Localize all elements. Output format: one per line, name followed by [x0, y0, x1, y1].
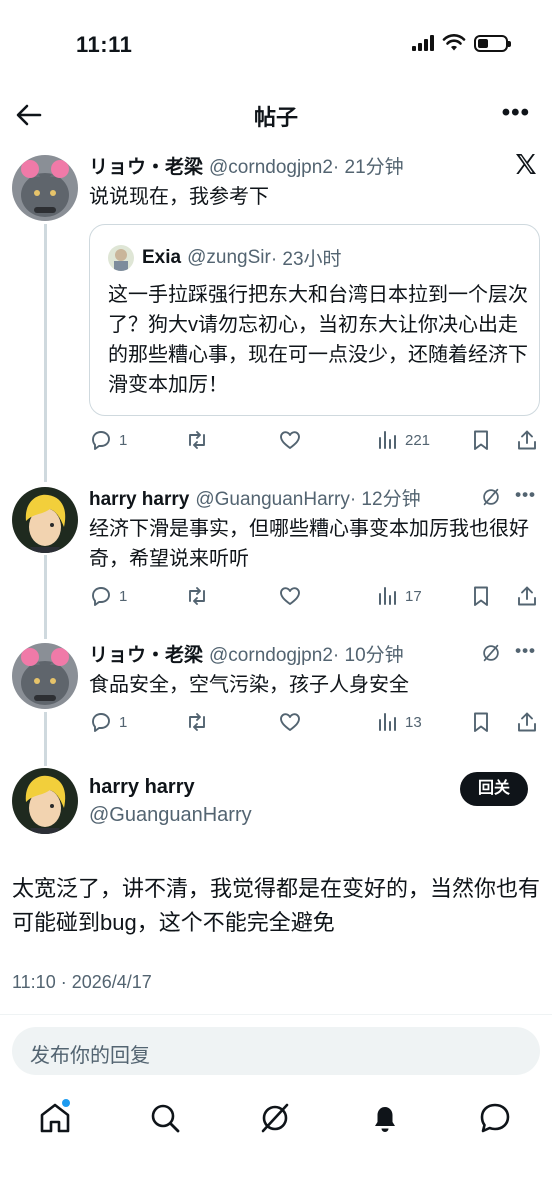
cellular-signal-icon	[412, 35, 434, 51]
avatar-corndogjpn2[interactable]	[12, 155, 78, 221]
thread-line	[44, 224, 47, 482]
views-button[interactable]: 13	[375, 710, 422, 734]
like-button[interactable]	[278, 428, 302, 452]
quoted-author-name: Exia	[142, 246, 182, 268]
bookmark-icon	[474, 586, 488, 606]
post-time: · 12分钟	[349, 489, 421, 510]
reply1-actions: 1 17	[89, 584, 541, 612]
messages-icon[interactable]	[477, 1100, 513, 1136]
thread-line	[44, 555, 47, 639]
focus-author-name[interactable]: harry harry	[89, 776, 195, 799]
reply1-text: 经济下滑是事实，但哪些糟心事变本加厉我也很好奇，希望说来听听	[89, 518, 529, 570]
share-button[interactable]	[515, 584, 539, 608]
grok-icon[interactable]	[480, 642, 502, 664]
avatar-guanguanharry[interactable]	[12, 487, 78, 553]
like-icon	[280, 713, 300, 731]
bookmark-icon	[474, 430, 488, 450]
like-icon	[280, 431, 300, 449]
bookmark-button[interactable]	[469, 584, 493, 608]
focus-post-text: 太宽泛了，讲不清，我觉得都是在变好的，当然你也有可能碰到bug，这个不能完全避免	[12, 876, 541, 935]
focus-author-handle[interactable]: @GuanguanHarry	[89, 804, 252, 827]
thread-line	[44, 712, 47, 766]
reply-count: 1	[119, 587, 128, 605]
more-icon[interactable]: •••	[515, 486, 536, 504]
follow-back-button[interactable]: 回关	[459, 772, 528, 806]
reply-composer-placeholder: 发布你的回复	[30, 1045, 150, 1067]
status-icons	[412, 34, 511, 52]
quoted-tweet-header: Exia @zungSir · 23小时	[108, 244, 342, 271]
author-name[interactable]: リョウ・老梁	[89, 640, 203, 667]
repost-icon	[189, 713, 205, 731]
reply2-text: 食品安全，空气污染，孩子人身安全	[89, 674, 409, 696]
bookmark-button[interactable]	[469, 710, 493, 734]
post-time: · 21分钟	[332, 157, 404, 178]
reply-icon	[92, 587, 110, 606]
share-icon	[518, 712, 536, 732]
views-count: 17	[405, 587, 422, 605]
grok-icon[interactable]	[257, 1100, 293, 1136]
author-name[interactable]: リョウ・老梁	[89, 152, 203, 179]
like-button[interactable]	[278, 584, 302, 608]
x-logo-icon	[516, 154, 536, 174]
reply-button[interactable]: 1	[89, 710, 127, 734]
quoted-author-handle: @zungSir	[187, 246, 271, 268]
repost-icon	[189, 431, 205, 449]
bookmark-icon	[474, 712, 488, 732]
share-icon	[518, 430, 536, 450]
reply2-header: リョウ・老梁 @corndogjpn2 · 10分钟	[89, 640, 404, 667]
views-count: 13	[405, 713, 422, 731]
views-icon	[379, 431, 396, 449]
bell-icon[interactable]	[367, 1100, 403, 1136]
post-time: · 10分钟	[332, 645, 404, 666]
reply-count: 1	[119, 713, 128, 731]
wifi-icon	[442, 34, 466, 51]
more-icon[interactable]: •••	[502, 101, 530, 125]
reply-icon	[92, 431, 110, 450]
main-tweet-text: 说说现在，我参考下	[89, 186, 269, 208]
page-title: 帖子	[253, 105, 298, 130]
author-handle[interactable]: @GuanguanHarry	[195, 489, 349, 511]
like-icon	[280, 587, 300, 605]
grok-icon[interactable]	[480, 486, 502, 508]
reply2-actions: 1 13	[89, 710, 541, 738]
repost-button[interactable]	[185, 584, 209, 608]
share-button[interactable]	[515, 428, 539, 452]
search-icon[interactable]	[147, 1100, 183, 1136]
status-time: 11:11	[76, 32, 133, 57]
reply-button[interactable]: 1	[89, 428, 127, 452]
author-handle[interactable]: @corndogjpn2	[209, 645, 333, 667]
battery-icon	[474, 34, 511, 52]
author-handle[interactable]: @corndogjpn2	[209, 157, 333, 179]
unread-dot	[62, 1099, 70, 1107]
views-button[interactable]: 17	[375, 584, 422, 608]
avatar-zungsir	[108, 244, 134, 271]
views-icon	[379, 587, 396, 605]
reply1-header: harry harry @GuanguanHarry · 12分钟	[89, 484, 421, 511]
share-icon	[518, 586, 536, 606]
bookmark-button[interactable]	[469, 428, 493, 452]
repost-button[interactable]	[185, 710, 209, 734]
reply-count: 1	[119, 431, 128, 449]
focus-post-timestamp: 11:10 · 2026/4/17	[12, 972, 152, 992]
main-tweet-header: リョウ・老梁 @corndogjpn2 · 21分钟	[89, 152, 404, 179]
author-name[interactable]: harry harry	[89, 489, 189, 511]
avatar-corndogjpn2[interactable]	[12, 643, 78, 709]
views-count: 221	[405, 431, 431, 449]
quoted-post-time: · 23小时	[270, 249, 342, 270]
more-icon[interactable]: •••	[515, 642, 536, 660]
views-button[interactable]: 221	[375, 428, 430, 452]
repost-button[interactable]	[185, 428, 209, 452]
divider	[0, 1014, 552, 1015]
like-button[interactable]	[278, 710, 302, 734]
avatar-guanguanharry[interactable]	[12, 768, 78, 834]
share-button[interactable]	[515, 710, 539, 734]
reply-button[interactable]: 1	[89, 584, 127, 608]
views-icon	[379, 713, 396, 731]
quoted-tweet-text: 这一手拉踩强行把东大和台湾日本拉到一个层次了？狗大v请勿忘初心，当初东大让你决心…	[108, 284, 528, 396]
reply-icon	[92, 713, 110, 732]
repost-icon	[189, 587, 205, 605]
main-tweet-actions: 1 221	[89, 428, 541, 456]
